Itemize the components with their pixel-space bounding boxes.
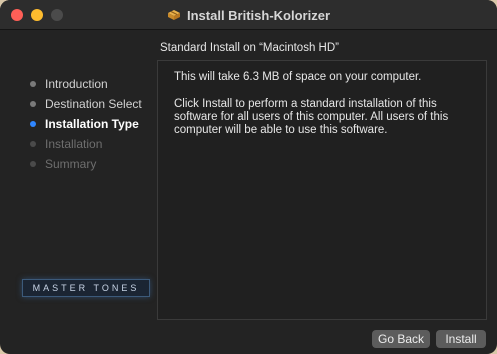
install-button[interactable]: Install — [436, 330, 486, 348]
step-installation: Installation — [30, 134, 142, 154]
title-bar: Install British-Kolorizer — [0, 0, 497, 30]
step-bullet — [30, 161, 36, 167]
installer-window: Install British-Kolorizer Standard Insta… — [0, 0, 497, 354]
step-installation-type: Installation Type — [30, 114, 142, 134]
step-bullet — [30, 81, 36, 87]
step-label: Installation Type — [45, 117, 139, 131]
step-label: Introduction — [45, 77, 108, 91]
step-label: Summary — [45, 157, 97, 171]
step-introduction: Introduction — [30, 74, 142, 94]
step-bullet — [30, 141, 36, 147]
content-panel: This will take 6.3 MB of space on your c… — [157, 60, 487, 320]
window-title-group: Install British-Kolorizer — [0, 0, 497, 30]
window-title: Install British-Kolorizer — [186, 7, 331, 23]
step-bullet-active — [30, 121, 36, 127]
step-label: Installation — [45, 137, 103, 151]
package-icon — [167, 9, 181, 21]
steps-sidebar: Introduction Destination Select Installa… — [30, 74, 142, 174]
step-bullet — [30, 101, 36, 107]
step-summary: Summary — [30, 154, 142, 174]
go-back-button[interactable]: Go Back — [372, 330, 430, 348]
space-required-text: This will take 6.3 MB of space on your c… — [174, 71, 422, 83]
page-subtitle: Standard Install on “Macintosh HD” — [160, 42, 339, 54]
step-label: Destination Select — [45, 97, 142, 111]
master-tones-logo: MASTER TONES — [22, 279, 150, 297]
step-destination-select: Destination Select — [30, 94, 142, 114]
install-description-text: Click Install to perform a standard inst… — [174, 98, 449, 136]
